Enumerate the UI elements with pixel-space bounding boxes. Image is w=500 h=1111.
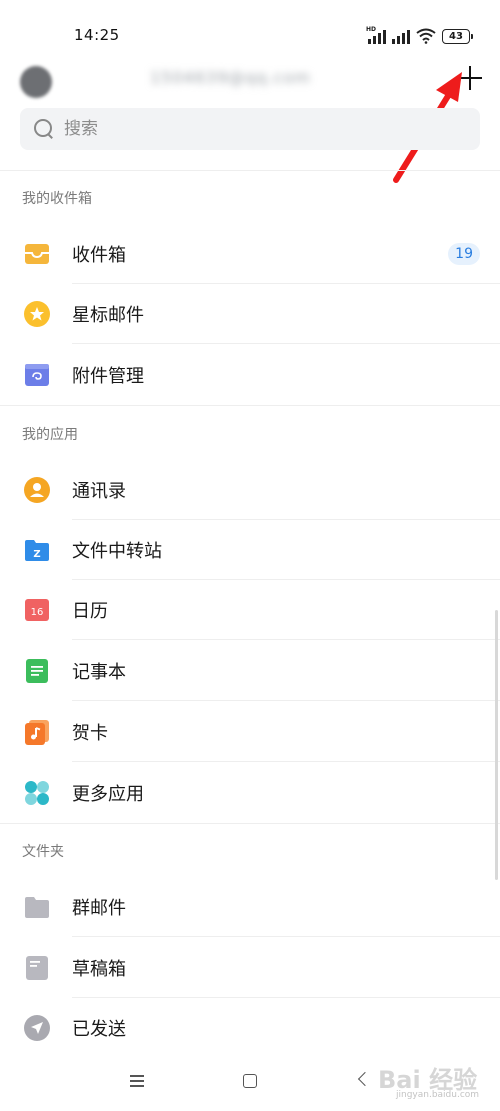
menu-item-label: 星标邮件	[72, 305, 144, 326]
menu-item-group-mail[interactable]: 群邮件	[0, 877, 500, 937]
search-bar[interactable]	[20, 108, 480, 150]
menu-item-drafts[interactable]: 草稿箱	[0, 938, 500, 998]
account-name[interactable]: 1504639@qq.com	[150, 68, 311, 87]
folder-icon	[25, 897, 49, 918]
menu-item-attachments[interactable]: 附件管理	[0, 345, 500, 405]
menu-item-label: 更多应用	[72, 784, 144, 805]
back-nav-icon[interactable]	[357, 1071, 373, 1087]
draft-icon	[26, 956, 48, 980]
section-title-folders: 文件夹	[22, 844, 64, 860]
svg-text:16: 16	[31, 607, 44, 618]
greeting-card-icon	[25, 720, 49, 745]
avatar[interactable]	[20, 66, 52, 98]
menu-item-label: 已发送	[72, 1019, 126, 1040]
scrollbar[interactable]	[495, 610, 498, 880]
notepad-icon	[26, 659, 48, 683]
calendar-icon: 16	[25, 599, 49, 621]
divider	[0, 405, 500, 406]
menu-item-label: 群邮件	[72, 898, 126, 919]
wifi-icon	[416, 28, 436, 44]
file-transfer-icon: Z	[25, 540, 49, 561]
menu-item-label: 记事本	[72, 662, 126, 683]
menu-item-label: 草稿箱	[72, 959, 126, 980]
star-icon	[24, 301, 50, 327]
status-bar: 14:25 HD 43	[0, 0, 500, 62]
search-icon	[34, 119, 54, 139]
section-title-apps: 我的应用	[22, 427, 78, 443]
menu-item-label: 贺卡	[72, 723, 108, 744]
search-input[interactable]	[64, 119, 444, 139]
menu-item-inbox[interactable]: 收件箱 19	[0, 224, 500, 284]
menu-item-sent[interactable]: 已发送	[0, 998, 500, 1058]
divider	[0, 170, 500, 171]
signal-icon: HD	[366, 26, 386, 44]
menu-item-notepad[interactable]: 记事本	[0, 641, 500, 701]
menu-item-file-transfer[interactable]: Z 文件中转站	[0, 520, 500, 580]
more-apps-icon	[25, 781, 49, 805]
inbox-icon	[25, 244, 49, 264]
unread-badge: 19	[448, 243, 480, 265]
menu-item-label: 文件中转站	[72, 541, 162, 562]
status-time: 14:25	[74, 26, 120, 44]
section-title-inbox: 我的收件箱	[22, 191, 92, 207]
contacts-icon	[24, 477, 50, 503]
menu-item-calendar[interactable]: 16 日历	[0, 580, 500, 640]
menu-item-label: 通讯录	[72, 481, 126, 502]
menu-item-starred[interactable]: 星标邮件	[0, 284, 500, 344]
sent-icon	[24, 1015, 50, 1041]
menu-item-label: 收件箱	[72, 245, 126, 266]
menu-item-contacts[interactable]: 通讯录	[0, 460, 500, 520]
attachment-icon	[25, 364, 49, 386]
menu-item-greeting-card[interactable]: 贺卡	[0, 702, 500, 762]
network-type: HD	[366, 26, 377, 33]
watermark-url: jingyan.baidu.com	[396, 1090, 480, 1100]
signal-icon-2	[392, 30, 410, 44]
menu-item-more-apps[interactable]: 更多应用	[0, 763, 500, 823]
home-nav-icon[interactable]	[243, 1074, 257, 1088]
menu-item-label: 附件管理	[72, 366, 144, 387]
status-icons: HD 43	[366, 26, 473, 44]
menu-nav-icon[interactable]	[130, 1075, 144, 1087]
svg-text:Z: Z	[33, 549, 40, 560]
divider	[0, 823, 500, 824]
battery-icon: 43	[442, 29, 473, 44]
menu-item-label: 日历	[72, 601, 108, 622]
